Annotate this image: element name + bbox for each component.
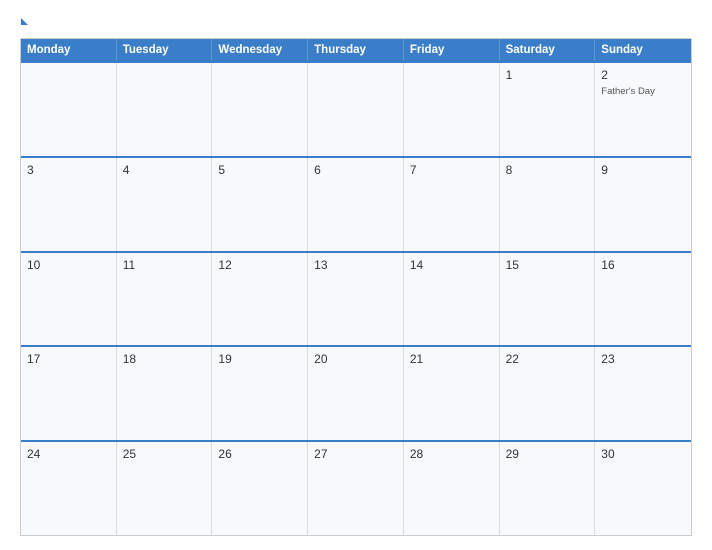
day-number: 17	[27, 352, 110, 368]
calendar-cell: 13	[308, 253, 404, 346]
calendar-header-cell-monday: Monday	[21, 39, 117, 61]
logo-text	[20, 18, 28, 28]
day-number: 21	[410, 352, 493, 368]
calendar-cell: 18	[117, 347, 213, 440]
calendar-cell: 5	[212, 158, 308, 251]
calendar-header-cell-saturday: Saturday	[500, 39, 596, 61]
calendar-cell: 25	[117, 442, 213, 535]
logo	[20, 18, 28, 28]
calendar-cell: 3	[21, 158, 117, 251]
calendar-cell: 27	[308, 442, 404, 535]
calendar-cell: 2 Father's Day	[595, 63, 691, 156]
calendar-cell: 6	[308, 158, 404, 251]
day-number: 29	[506, 447, 589, 463]
calendar-cell: 22	[500, 347, 596, 440]
calendar-cell: 14	[404, 253, 500, 346]
calendar-cell: 7	[404, 158, 500, 251]
day-number: 13	[314, 258, 397, 274]
day-number: 4	[123, 163, 206, 179]
calendar-cell: 29	[500, 442, 596, 535]
day-number: 30	[601, 447, 685, 463]
calendar-cell: 24	[21, 442, 117, 535]
day-number: 9	[601, 163, 685, 179]
calendar-header-cell-thursday: Thursday	[308, 39, 404, 61]
day-number: 16	[601, 258, 685, 274]
calendar-cell: 28	[404, 442, 500, 535]
calendar-cell: 12	[212, 253, 308, 346]
day-number: 11	[123, 258, 206, 274]
calendar-cell: 4	[117, 158, 213, 251]
calendar-cell	[117, 63, 213, 156]
calendar: MondayTuesdayWednesdayThursdayFridaySatu…	[20, 38, 692, 536]
calendar-cell: 11	[117, 253, 213, 346]
page-header	[20, 18, 692, 28]
calendar-week-4: 17 18 19 20 21 22 23	[21, 345, 691, 440]
day-number: 1	[506, 68, 589, 84]
day-number: 8	[506, 163, 589, 179]
calendar-cell: 30	[595, 442, 691, 535]
calendar-header-cell-tuesday: Tuesday	[117, 39, 213, 61]
day-number: 27	[314, 447, 397, 463]
calendar-cell: 23	[595, 347, 691, 440]
calendar-week-1: 12 Father's Day	[21, 61, 691, 156]
calendar-cell: 20	[308, 347, 404, 440]
day-number: 26	[218, 447, 301, 463]
calendar-cell: 10	[21, 253, 117, 346]
day-number: 12	[218, 258, 301, 274]
day-number: 18	[123, 352, 206, 368]
day-event: Father's Day	[601, 86, 685, 98]
calendar-cell: 17	[21, 347, 117, 440]
day-number: 3	[27, 163, 110, 179]
calendar-cell	[212, 63, 308, 156]
calendar-week-3: 10 11 12 13 14 15 16	[21, 251, 691, 346]
calendar-cell	[404, 63, 500, 156]
calendar-header-cell-wednesday: Wednesday	[212, 39, 308, 61]
day-number: 24	[27, 447, 110, 463]
day-number: 10	[27, 258, 110, 274]
day-number: 14	[410, 258, 493, 274]
calendar-cell: 19	[212, 347, 308, 440]
calendar-week-5: 24 25 26 27 28 29 30	[21, 440, 691, 535]
day-number: 23	[601, 352, 685, 368]
calendar-page: MondayTuesdayWednesdayThursdayFridaySatu…	[0, 0, 712, 550]
day-number: 28	[410, 447, 493, 463]
calendar-header-cell-friday: Friday	[404, 39, 500, 61]
calendar-cell: 26	[212, 442, 308, 535]
calendar-header-cell-sunday: Sunday	[595, 39, 691, 61]
calendar-header-row: MondayTuesdayWednesdayThursdayFridaySatu…	[21, 39, 691, 61]
calendar-cell: 8	[500, 158, 596, 251]
day-number: 5	[218, 163, 301, 179]
day-number: 7	[410, 163, 493, 179]
calendar-body: 12Father's Day34567891011121314151617181…	[21, 61, 691, 535]
day-number: 2	[601, 68, 685, 84]
calendar-cell: 21	[404, 347, 500, 440]
day-number: 6	[314, 163, 397, 179]
day-number: 25	[123, 447, 206, 463]
day-number: 15	[506, 258, 589, 274]
calendar-cell: 16	[595, 253, 691, 346]
logo-triangle-icon	[21, 18, 28, 25]
calendar-week-2: 3456789	[21, 156, 691, 251]
calendar-cell	[308, 63, 404, 156]
calendar-cell	[21, 63, 117, 156]
calendar-cell: 15	[500, 253, 596, 346]
calendar-cell: 1	[500, 63, 596, 156]
day-number: 20	[314, 352, 397, 368]
day-number: 22	[506, 352, 589, 368]
day-number: 19	[218, 352, 301, 368]
calendar-cell: 9	[595, 158, 691, 251]
